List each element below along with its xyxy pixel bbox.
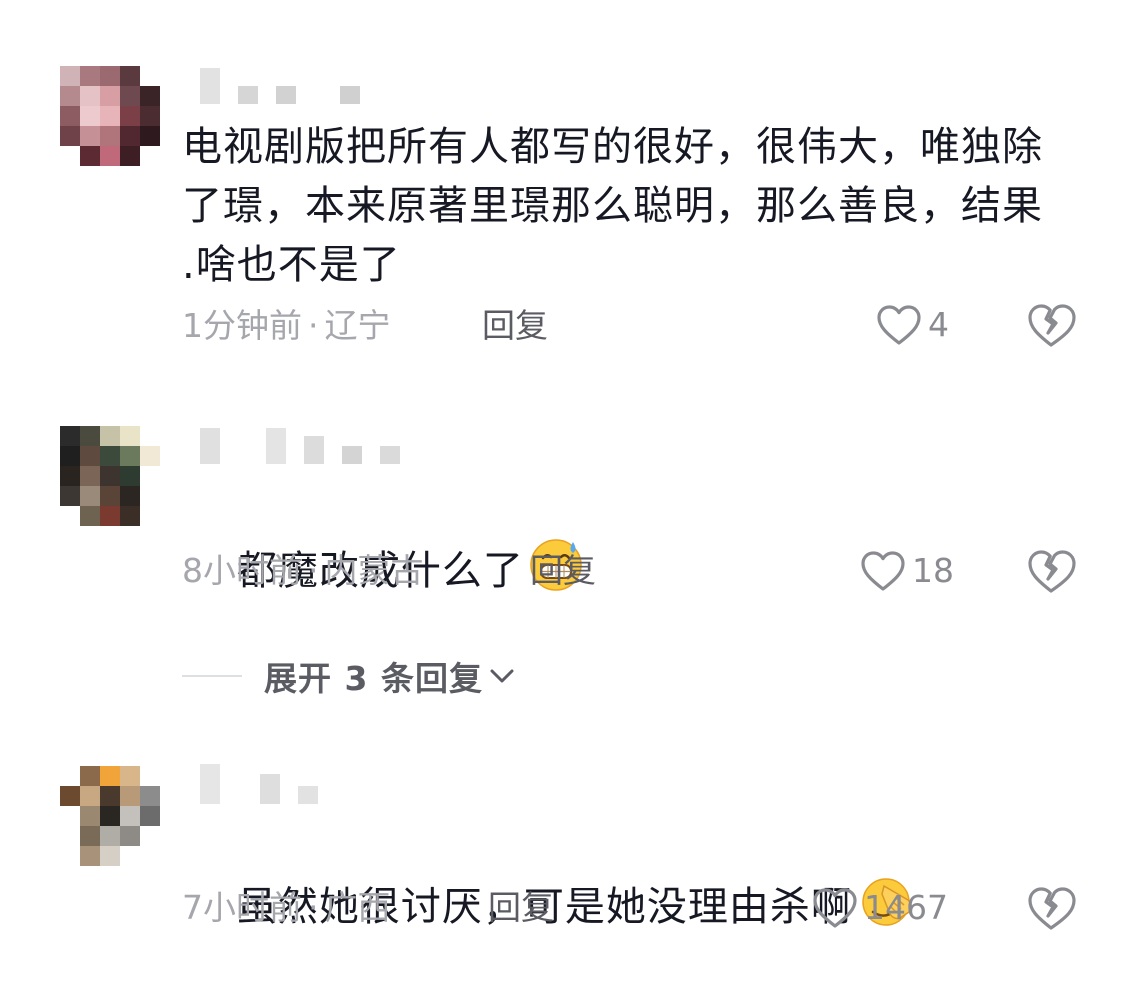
heart-outline-icon [861,551,905,591]
reply-button[interactable]: 回复 [482,304,548,348]
like-count: 4 [928,305,949,344]
meta-separator: · [308,551,319,590]
expand-replies-label: 展开 3 条回复 [264,659,483,698]
comment-text: 电视剧版把所有人都写的很好，很伟大，唯独除了璟，本来原著里璟那么聪明，那么善良，… [182,124,1125,288]
broken-heart-icon[interactable] [1026,883,1076,933]
username-blurred[interactable] [200,64,360,104]
chevron-down-icon [490,669,514,683]
comment-time: 1分钟前 [182,306,302,345]
reply-button[interactable]: 回复 [488,886,554,930]
comment-time: 7小时前 [182,888,302,927]
comment-time: 8小时前 [182,551,302,590]
avatar[interactable] [60,66,160,166]
expand-divider [182,675,242,677]
username-blurred[interactable] [200,424,400,464]
heart-outline-icon [813,888,857,928]
comment-location: 广西 [324,888,391,927]
broken-heart-icon[interactable] [1026,546,1076,596]
comment-meta: 1分钟前 · 辽宁 [182,304,391,348]
avatar[interactable] [60,426,160,526]
comment-meta: 7小时前 · 广西 [182,886,391,930]
like-button[interactable]: 1467 [812,883,948,933]
avatar[interactable] [60,766,160,866]
username-blurred[interactable] [200,764,318,804]
like-count: 18 [912,551,954,590]
meta-separator: · [308,306,319,345]
expand-replies-button[interactable]: 展开 3 条回复 [182,651,517,701]
comment-meta: 8小时前 · 内蒙古 [182,549,424,593]
meta-separator: · [308,888,319,927]
comment-location: 内蒙古 [324,551,424,590]
like-button[interactable]: 18 [860,546,954,596]
comment-location: 辽宁 [324,306,391,345]
reply-button[interactable]: 回复 [530,549,596,593]
like-count: 1467 [864,888,948,927]
heart-outline-icon [877,305,921,345]
broken-heart-icon[interactable] [1026,300,1076,350]
like-button[interactable]: 4 [876,300,949,350]
